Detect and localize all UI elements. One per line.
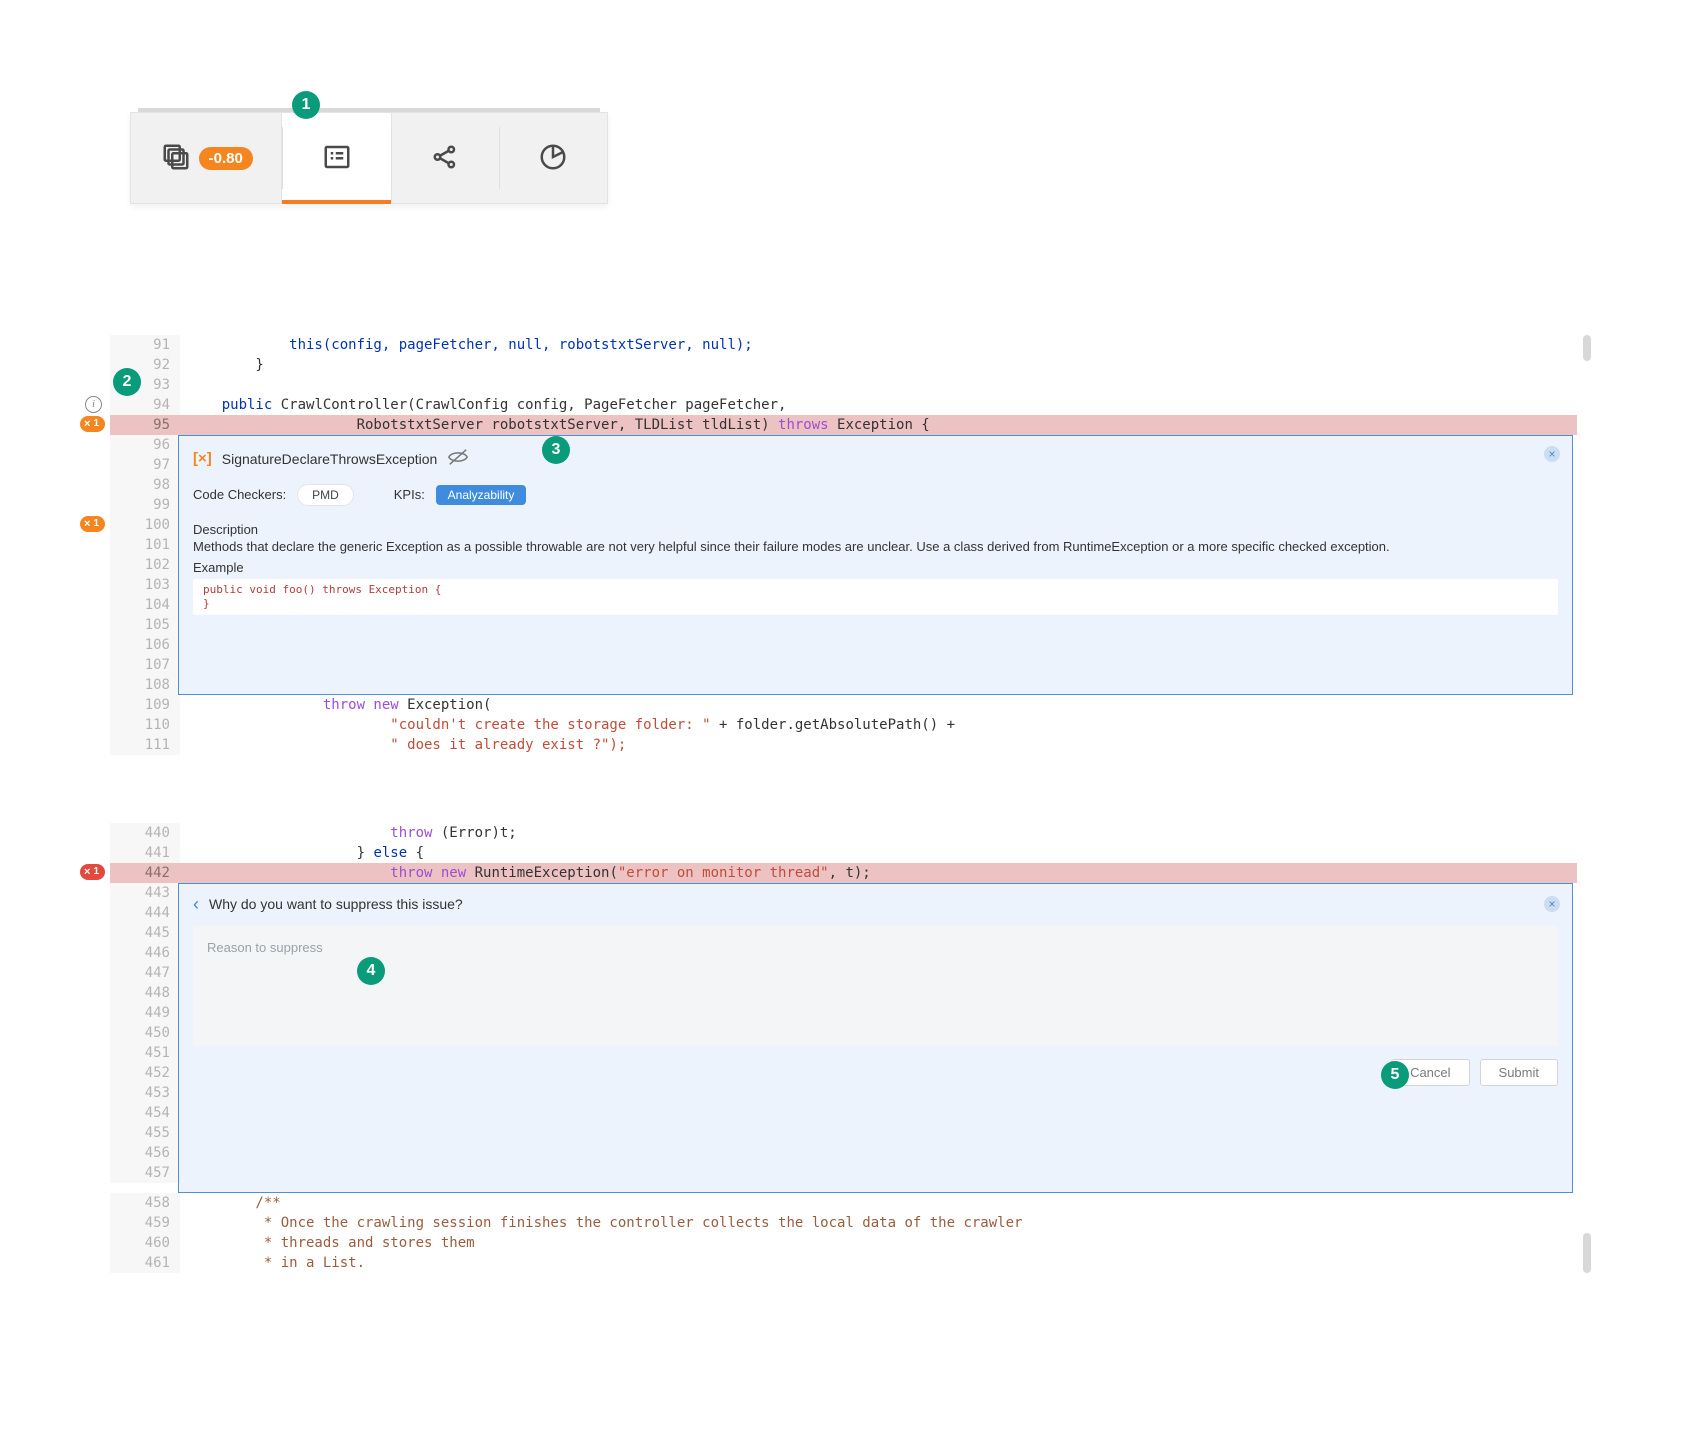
issue-badge-100[interactable]: 1 [80, 516, 105, 532]
info-icon[interactable]: i [85, 396, 102, 413]
details-icon [322, 142, 352, 175]
pie-chart-icon [538, 142, 568, 175]
close-icon[interactable]: × [1544, 446, 1560, 462]
annotation-4: 4 [357, 957, 385, 985]
description-heading: Description [193, 522, 1558, 537]
issue-badge-95[interactable]: 1 [80, 416, 105, 432]
scrollbar-track-2[interactable] [1583, 823, 1591, 1273]
highlight-line-442[interactable]: 4421 throw new RuntimeException("error o… [110, 863, 1577, 883]
checker-chip[interactable]: PMD [297, 484, 354, 506]
annotation-3: 3 [542, 436, 570, 464]
suppress-eye-icon[interactable] [447, 446, 469, 471]
kpis-label: KPIs: [394, 487, 425, 502]
annotation-5: 5 [1381, 1061, 1409, 1089]
tab-graph[interactable] [391, 113, 499, 203]
code-view-2: 440 throw (Error)t; 441 } else { 4421 th… [110, 823, 1577, 1273]
highlight-line-95[interactable]: 951 RobotstxtServer robotstxtServer, TLD… [110, 415, 1577, 435]
tab-stack[interactable]: -0.80 [131, 113, 282, 203]
example-heading: Example [193, 560, 1558, 575]
submit-button[interactable]: Submit [1480, 1059, 1558, 1086]
code-checkers-label: Code Checkers: [193, 487, 286, 502]
suppress-panel: × ‹ Why do you want to suppress this iss… [178, 883, 1573, 1193]
graph-icon [430, 142, 460, 175]
suppress-question: Why do you want to suppress this issue? [209, 896, 463, 912]
example-code: public void foo() throws Exception { } [193, 579, 1558, 615]
issue-title: SignatureDeclareThrowsException [222, 451, 438, 467]
issue-panel: × [×] SignatureDeclareThrowsException Co… [178, 435, 1573, 695]
kpi-chip[interactable]: Analyzability [436, 485, 527, 505]
scrollbar-track[interactable] [1583, 335, 1591, 755]
stack-icon [161, 142, 191, 175]
tab-details[interactable] [281, 112, 391, 204]
issue-severity-icon: [×] [193, 450, 212, 467]
description-text: Methods that declare the generic Excepti… [193, 539, 1558, 554]
tab-stack-score: -0.80 [199, 147, 253, 170]
scrollbar-thumb-2[interactable] [1583, 1233, 1591, 1273]
annotation-2: 2 [113, 368, 141, 396]
back-icon[interactable]: ‹ [193, 897, 199, 911]
suppress-reason-input[interactable] [193, 926, 1558, 1046]
issue-badge-442[interactable]: 1 [80, 864, 105, 880]
tab-pie[interactable] [499, 113, 607, 203]
annotation-1: 1 [292, 91, 320, 119]
scrollbar-thumb[interactable] [1583, 335, 1591, 361]
code-view-1: 91 this(config, pageFetcher, null, robot… [110, 335, 1577, 755]
view-tabs: -0.80 [130, 108, 608, 204]
close-icon[interactable]: × [1544, 896, 1560, 912]
